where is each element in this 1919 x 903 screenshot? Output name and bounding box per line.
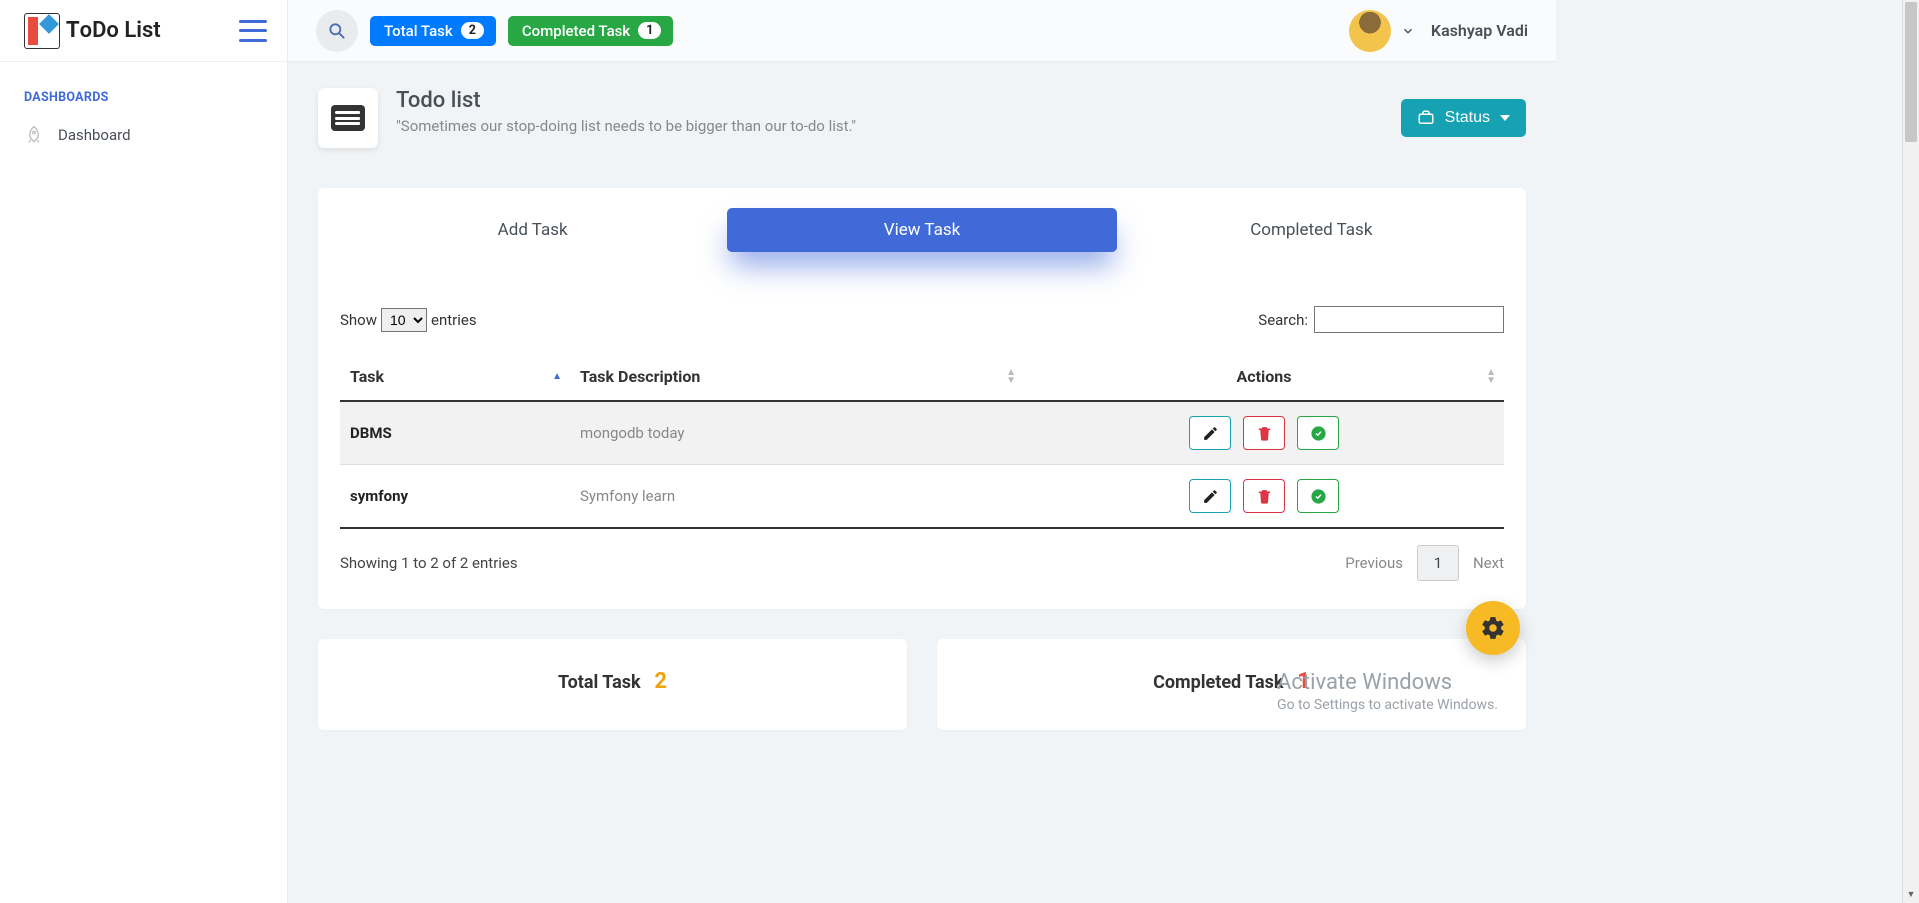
summary-value: 2 <box>654 669 667 694</box>
logo-icon <box>24 13 60 49</box>
pagination: Previous 1 Next <box>1345 545 1504 581</box>
caret-down-icon <box>1500 115 1510 121</box>
page-next[interactable]: Next <box>1473 554 1504 572</box>
chip-badge: 1 <box>638 22 661 39</box>
chip-badge: 2 <box>461 22 484 39</box>
tabs: Add Task View Task Completed Task <box>318 188 1526 272</box>
col-task[interactable]: Task ▲ <box>340 353 570 401</box>
window-scrollbar[interactable]: ▲ ▼ <box>1902 0 1919 903</box>
username: Kashyap Vadi <box>1431 21 1528 40</box>
status-dropdown[interactable]: Status <box>1401 99 1526 137</box>
col-desc[interactable]: Task Description ▲▼ <box>570 353 1024 401</box>
page-title: Todo list <box>396 88 856 113</box>
length-suffix: entries <box>431 311 477 329</box>
sort-icon: ▲▼ <box>1006 369 1016 385</box>
settings-fab[interactable] <box>1466 601 1520 655</box>
table-info: Showing 1 to 2 of 2 entries <box>340 554 518 572</box>
briefcase-icon <box>1417 109 1435 127</box>
tab-view-task[interactable]: View Task <box>727 208 1116 252</box>
sidebar-item-dashboard[interactable]: Dashboard <box>0 115 287 155</box>
task-card: Add Task View Task Completed Task Show 1… <box>318 188 1526 609</box>
tab-add-task[interactable]: Add Task <box>338 208 727 252</box>
sort-icon: ▲▼ <box>1486 369 1496 385</box>
cell-desc: Symfony learn <box>570 465 1024 529</box>
page-prev[interactable]: Previous <box>1345 554 1403 572</box>
user-menu[interactable]: Kashyap Vadi <box>1349 10 1528 52</box>
total-task-chip[interactable]: Total Task 2 <box>370 16 496 46</box>
summary-value: 1 <box>1297 669 1310 694</box>
avatar <box>1349 10 1391 52</box>
delete-button[interactable] <box>1243 479 1285 513</box>
length-prefix: Show <box>340 311 377 329</box>
search-icon <box>327 21 347 41</box>
task-table: Task ▲ Task Description ▲▼ Actions ▲▼ <box>340 353 1504 529</box>
cell-desc: mongodb today <box>570 401 1024 465</box>
cell-actions <box>1024 401 1504 465</box>
chevron-down-icon <box>1401 24 1415 38</box>
sidebar: TToDo ListoDo List DASHBOARDS Dashboard <box>0 0 288 903</box>
table-row: symfonySymfony learn <box>340 465 1504 529</box>
page-icon-tile <box>318 88 378 148</box>
completed-task-chip[interactable]: Completed Task 1 <box>508 16 674 46</box>
page-subtitle: "Sometimes our stop-doing list needs to … <box>396 117 856 135</box>
summary-completed-card: Completed Task 1 <box>937 639 1526 730</box>
cell-task: symfony <box>340 465 570 529</box>
list-icon <box>331 105 365 131</box>
page-header: Todo list "Sometimes our stop-doing list… <box>288 62 1556 174</box>
search-button[interactable] <box>316 10 358 52</box>
scroll-thumb[interactable] <box>1905 2 1917 142</box>
edit-button[interactable] <box>1189 479 1231 513</box>
menu-toggle-icon[interactable] <box>239 20 267 42</box>
sort-icon: ▲ <box>552 373 562 381</box>
page-number[interactable]: 1 <box>1417 545 1459 581</box>
complete-button[interactable] <box>1297 479 1339 513</box>
length-select[interactable]: 10 <box>381 308 427 332</box>
summary-label: Total Task <box>558 672 641 693</box>
nav-section-heading: DASHBOARDS <box>0 62 287 115</box>
search-label: Search: <box>1258 311 1308 329</box>
chip-label: Total Task <box>384 22 453 40</box>
topbar: Total Task 2 Completed Task 1 Kashyap Va… <box>288 0 1556 62</box>
scroll-down-icon[interactable]: ▼ <box>1903 886 1919 903</box>
edit-button[interactable] <box>1189 416 1231 450</box>
rocket-icon <box>24 125 44 145</box>
sidebar-item-label: Dashboard <box>58 126 131 144</box>
summary-label: Completed Task <box>1153 672 1283 693</box>
summary-total-card: Total Task 2 <box>318 639 907 730</box>
cell-task: DBMS <box>340 401 570 465</box>
search-input[interactable] <box>1314 306 1504 333</box>
logo-text: TToDo ListoDo List <box>66 18 161 43</box>
status-label: Status <box>1445 109 1490 127</box>
table-row: DBMSmongodb today <box>340 401 1504 465</box>
chip-label: Completed Task <box>522 22 630 40</box>
gear-icon <box>1480 615 1506 641</box>
delete-button[interactable] <box>1243 416 1285 450</box>
logo-row: TToDo ListoDo List <box>0 0 287 62</box>
app-logo[interactable]: TToDo ListoDo List <box>24 13 161 49</box>
tab-completed-task[interactable]: Completed Task <box>1117 208 1506 252</box>
col-actions: Actions ▲▼ <box>1024 353 1504 401</box>
length-control: Show 10 entries <box>340 308 477 332</box>
cell-actions <box>1024 465 1504 529</box>
complete-button[interactable] <box>1297 416 1339 450</box>
